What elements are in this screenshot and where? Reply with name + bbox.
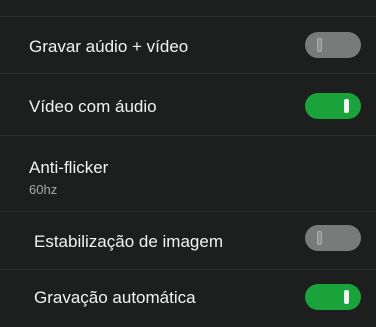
setting-label: Vídeo com áudio: [29, 97, 157, 116]
setting-label: Gravar aúdio + vídeo: [29, 37, 189, 56]
auto-recording-toggle[interactable]: [305, 284, 361, 310]
setting-row-record-audio-video[interactable]: Gravar aúdio + vídeo: [0, 16, 376, 74]
toggle-knob: [317, 38, 322, 52]
setting-label: Estabilização de imagem: [34, 232, 223, 251]
toggle-knob: [317, 231, 322, 245]
setting-row-auto-recording[interactable]: Gravação automática: [0, 270, 376, 327]
setting-label: Gravação automática: [34, 288, 196, 307]
setting-row-video-with-audio[interactable]: Vídeo com áudio: [0, 74, 376, 136]
setting-row-image-stabilization[interactable]: Estabilização de imagem: [0, 212, 376, 270]
settings-list: Gravar aúdio + vídeo Vídeo com áudio Ant…: [0, 0, 376, 327]
video-with-audio-toggle[interactable]: [305, 93, 361, 119]
setting-row-anti-flicker[interactable]: Anti-flicker 60hz: [0, 136, 376, 212]
record-audio-video-toggle[interactable]: [305, 32, 361, 58]
setting-label: Anti-flicker: [29, 158, 109, 177]
toggle-knob: [344, 99, 349, 113]
setting-value: 60hz: [29, 182, 58, 197]
toggle-knob: [344, 290, 349, 304]
image-stabilization-toggle[interactable]: [305, 225, 361, 251]
